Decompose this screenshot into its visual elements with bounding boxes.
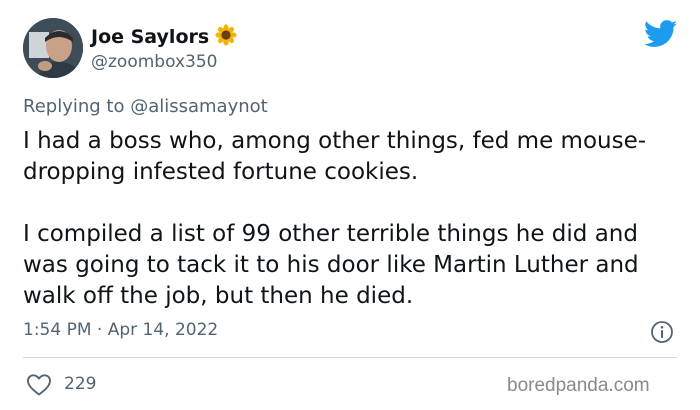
- divider: [23, 357, 677, 358]
- tweet-text: I had a boss who, among other things, fe…: [23, 126, 673, 312]
- sunflower-icon: [215, 24, 237, 52]
- info-icon[interactable]: [650, 320, 674, 348]
- replying-to-handle[interactable]: @alissamaynot: [130, 96, 268, 117]
- tweet-paragraph: I compiled a list of 99 other terrible t…: [23, 221, 639, 309]
- twitter-bird-icon[interactable]: [643, 20, 678, 52]
- like-count[interactable]: 229: [64, 372, 96, 396]
- watermark: boredpanda.com: [507, 375, 650, 396]
- avatar[interactable]: [23, 18, 83, 78]
- tweet-paragraph: I had a boss who, among other things, fe…: [23, 128, 647, 185]
- display-name[interactable]: Joe Saylors: [91, 24, 237, 52]
- replying-to: Replying to @alissamaynot: [23, 95, 268, 119]
- tweet-timestamp[interactable]: 1:54 PM · Apr 14, 2022: [23, 318, 218, 342]
- user-handle[interactable]: @zoombox350: [91, 51, 217, 73]
- display-name-text[interactable]: Joe Saylors: [91, 26, 209, 48]
- replying-to-prefix: Replying to: [23, 96, 131, 117]
- heart-icon[interactable]: [26, 373, 52, 401]
